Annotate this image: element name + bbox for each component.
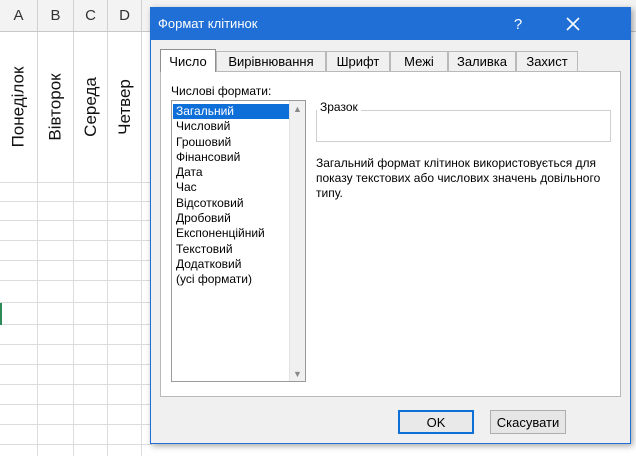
category-item-accounting[interactable]: Фінансовий [173, 150, 289, 165]
grid-line [141, 182, 142, 456]
grid-line [0, 424, 152, 425]
day-monday: Понеділок [8, 66, 28, 148]
category-listbox[interactable]: Загальний Числовий Грошовий Фінансовий Д… [171, 100, 306, 382]
tab-alignment[interactable]: Вирівнювання [216, 51, 326, 71]
grid-line [0, 220, 152, 221]
grid-line [0, 302, 152, 303]
category-label: Числові формати: [171, 84, 272, 98]
column-header-d[interactable]: D [108, 0, 142, 31]
category-item-percentage[interactable]: Відсотковий [173, 196, 289, 211]
category-item-general[interactable]: Загальний [173, 104, 289, 120]
format-description: Загальний формат клітинок використовуєть… [316, 156, 601, 200]
grid-line [0, 344, 152, 345]
grid-line [0, 404, 152, 405]
tab-font[interactable]: Шрифт [326, 51, 390, 71]
cell-c1[interactable]: Середа [74, 32, 108, 182]
grid-line [0, 324, 152, 325]
close-button[interactable] [554, 10, 592, 38]
column-header-b[interactable]: B [38, 0, 74, 31]
category-item-custom[interactable]: (усі формати) [173, 272, 289, 287]
sample-label: Зразок [317, 100, 361, 114]
category-item-special[interactable]: Додатковий [173, 257, 289, 272]
cell-b1[interactable]: Вівторок [38, 32, 74, 182]
category-item-fraction[interactable]: Дробовий [173, 211, 289, 226]
scroll-down-arrow-icon[interactable]: ▼ [290, 366, 305, 381]
category-item-time[interactable]: Час [173, 180, 289, 195]
tab-border[interactable]: Межі [390, 51, 448, 71]
grid-line [107, 182, 108, 456]
category-item-scientific[interactable]: Експоненційний [173, 226, 289, 241]
close-icon [566, 17, 580, 31]
scroll-up-arrow-icon[interactable]: ▲ [290, 101, 305, 116]
column-header-a[interactable]: A [0, 0, 38, 31]
category-item-number[interactable]: Числовий [173, 119, 289, 134]
grid-line [0, 364, 152, 365]
cell-d1[interactable]: Четвер [108, 32, 142, 182]
category-item-text[interactable]: Текстовий [173, 242, 289, 257]
sample-box [316, 110, 611, 142]
listbox-scrollbar[interactable]: ▲ ▼ [289, 101, 305, 381]
cell-a1[interactable]: Понеділок [0, 32, 38, 182]
grid-line [0, 201, 152, 202]
help-button[interactable]: ? [504, 10, 532, 38]
active-cell-indicator [0, 303, 2, 325]
day-tuesday: Вівторок [45, 73, 65, 141]
category-list: Загальний Числовий Грошовий Фінансовий Д… [173, 104, 289, 288]
ok-button[interactable]: OK [398, 410, 474, 434]
tab-fill[interactable]: Заливка [448, 51, 516, 71]
grid-line [0, 182, 152, 183]
dialog-titlebar[interactable]: Формат клітинок ? [151, 8, 630, 40]
grid-line [0, 444, 152, 445]
category-item-currency[interactable]: Грошовий [173, 135, 289, 150]
number-tab-panel: Числові формати: Загальний Числовий Грош… [160, 71, 621, 397]
tab-protection[interactable]: Захист [516, 51, 578, 71]
column-header-c[interactable]: C [74, 0, 108, 31]
grid-line [0, 280, 152, 281]
tab-number[interactable]: Число [160, 49, 216, 72]
day-thursday: Четвер [114, 79, 134, 135]
cancel-button[interactable]: Скасувати [490, 410, 566, 434]
grid-line [0, 240, 152, 241]
grid-line [37, 182, 38, 456]
grid-line [0, 384, 152, 385]
category-item-date[interactable]: Дата [173, 165, 289, 180]
grid-line [73, 182, 74, 456]
dialog-title: Формат клітинок [158, 16, 258, 31]
day-wednesday: Середа [80, 77, 100, 137]
grid-line [0, 260, 152, 261]
format-cells-dialog: Формат клітинок ? Число Вирівнювання Шри… [150, 7, 631, 444]
